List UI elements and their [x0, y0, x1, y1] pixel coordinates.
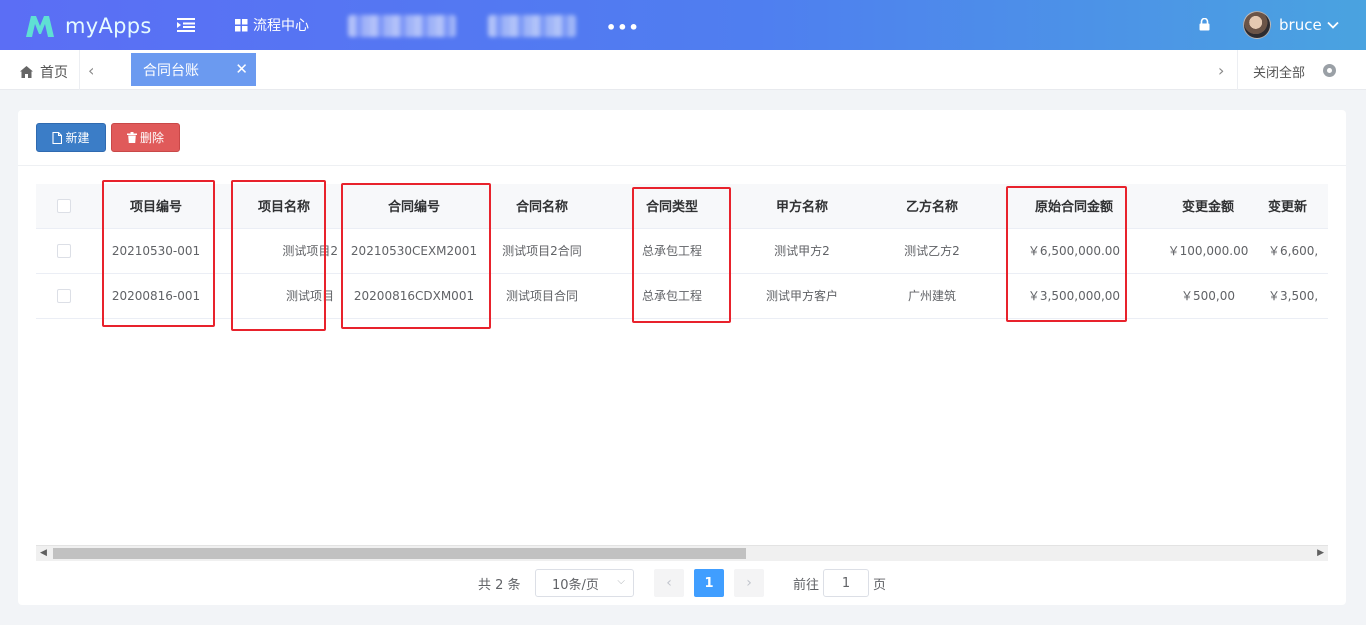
- table-cell: 总承包工程: [604, 228, 740, 274]
- user-avatar[interactable]: [1243, 11, 1271, 39]
- chevron-down-icon: [1327, 21, 1339, 29]
- table-cell: 测试甲方客户: [740, 273, 864, 319]
- table-cell: ￥6,600,: [1268, 228, 1328, 274]
- table-cell: 20200816CDXM001: [348, 273, 480, 319]
- scroll-left-icon[interactable]: ‹: [88, 61, 94, 80]
- delete-button-label: 删除: [139, 131, 164, 145]
- tab-contract-ledger-label: 合同台账: [143, 62, 199, 79]
- goto-page-input[interactable]: [823, 569, 869, 597]
- table-cell: 测试项目合同: [480, 273, 604, 319]
- row-checkbox[interactable]: [57, 288, 71, 303]
- trash-icon: [126, 132, 137, 143]
- delete-button[interactable]: 删除: [111, 123, 180, 152]
- nav-item-redacted-2[interactable]: [488, 15, 576, 37]
- tab-home-label: 首页: [40, 65, 68, 81]
- lock-icon[interactable]: [1199, 18, 1210, 31]
- table-cell: 测试项目2: [220, 228, 348, 274]
- home-icon: [20, 66, 33, 78]
- new-button-label: 新建: [65, 131, 90, 145]
- tab-bar: 首页 ‹ 合同台账 ✕ › 关闭全部: [0, 50, 1366, 90]
- more-icon[interactable]: •••: [606, 18, 640, 37]
- menu-toggle-icon[interactable]: [177, 17, 195, 33]
- table-cell: ￥500,00: [1148, 273, 1268, 319]
- nav-process-center[interactable]: 流程中心: [235, 15, 309, 35]
- file-icon: [52, 131, 63, 144]
- row-select-cell: [36, 228, 92, 274]
- row-select-cell: [36, 273, 92, 319]
- divider: [18, 165, 1346, 166]
- table-cell: 20200816-001: [92, 273, 220, 319]
- table-cell: 广州建筑: [864, 273, 1000, 319]
- column-header[interactable]: 合同类型: [604, 184, 740, 229]
- column-header[interactable]: 项目编号: [92, 184, 220, 229]
- column-header[interactable]: 变更新: [1268, 184, 1328, 229]
- table-cell: 20210530CEXM2001: [348, 228, 480, 274]
- table-header-row: 项目编号 项目名称 合同编号 合同名称 合同类型 甲方名称 乙方名称 原始合同金…: [36, 184, 1328, 229]
- table-cell: ￥3,500,000,00: [1000, 273, 1148, 319]
- next-page-button[interactable]: ›: [734, 569, 764, 597]
- page-suffix-label: 页: [873, 577, 887, 593]
- table-cell: ￥100,000.00: [1148, 228, 1268, 274]
- page-number-current[interactable]: 1: [694, 569, 724, 597]
- column-header[interactable]: 甲方名称: [740, 184, 864, 229]
- table-cell: 测试甲方2: [740, 228, 864, 274]
- user-name: bruce: [1279, 16, 1322, 34]
- nav-process-center-label: 流程中心: [253, 18, 309, 34]
- column-header[interactable]: 合同编号: [348, 184, 480, 229]
- pagination-total: 共 2 条: [478, 577, 521, 593]
- select-all-cell: [36, 184, 92, 229]
- app-name: myApps: [65, 14, 152, 38]
- gear-icon[interactable]: [1323, 64, 1336, 77]
- scrollbar-thumb[interactable]: [53, 548, 746, 559]
- scroll-right-icon[interactable]: ›: [1218, 61, 1224, 80]
- chevron-down-icon: ⌵: [617, 576, 625, 587]
- table-cell: 测试乙方2: [864, 228, 1000, 274]
- scroll-right-arrow-icon[interactable]: ▶: [1317, 548, 1324, 558]
- tab-contract-ledger[interactable]: 合同台账 ✕: [131, 53, 256, 86]
- close-all-tabs-button[interactable]: 关闭全部: [1253, 62, 1305, 81]
- column-header[interactable]: 乙方名称: [864, 184, 1000, 229]
- divider: [1237, 50, 1238, 90]
- goto-label: 前往: [793, 577, 820, 593]
- table-cell: 测试项目2合同: [480, 228, 604, 274]
- table-cell: ￥3,500,: [1268, 273, 1328, 319]
- tab-home[interactable]: 首页: [20, 62, 68, 82]
- page-size-select[interactable]: 10条/页 ⌵: [535, 569, 634, 597]
- table-cell: ￥6,500,000.00: [1000, 228, 1148, 274]
- row-checkbox[interactable]: [57, 243, 71, 258]
- divider: [79, 50, 80, 90]
- page-size-value: 10条/页: [552, 577, 599, 593]
- logo-m-icon: [26, 16, 54, 37]
- column-header[interactable]: 项目名称: [220, 184, 348, 229]
- table-cell: 总承包工程: [604, 273, 740, 319]
- nav-item-redacted-1[interactable]: [348, 15, 456, 37]
- table-row[interactable]: 20200816-001 测试项目 20200816CDXM001 测试项目合同…: [36, 273, 1328, 319]
- scroll-left-arrow-icon[interactable]: ◀: [40, 548, 47, 558]
- horizontal-scrollbar[interactable]: ◀ ▶: [36, 545, 1328, 561]
- table-row[interactable]: 20210530-001 测试项目2 20210530CEXM2001 测试项目…: [36, 228, 1328, 274]
- app-logo[interactable]: myApps: [24, 12, 152, 40]
- user-menu[interactable]: bruce: [1279, 16, 1339, 34]
- select-all-checkbox[interactable]: [57, 198, 71, 213]
- table-cell: 测试项目: [220, 273, 348, 319]
- contract-table: 项目编号 项目名称 合同编号 合同名称 合同类型 甲方名称 乙方名称 原始合同金…: [36, 184, 1328, 319]
- column-header[interactable]: 合同名称: [480, 184, 604, 229]
- close-icon[interactable]: ✕: [235, 60, 248, 78]
- new-button[interactable]: 新建: [36, 123, 106, 152]
- grid-icon: [235, 18, 248, 31]
- prev-page-button[interactable]: ‹: [654, 569, 684, 597]
- column-header[interactable]: 变更金额: [1148, 184, 1268, 229]
- column-header[interactable]: 原始合同金额: [1000, 184, 1148, 229]
- top-navbar: myApps 流程中心 ••• bruce: [0, 0, 1366, 50]
- table-cell: 20210530-001: [92, 228, 220, 274]
